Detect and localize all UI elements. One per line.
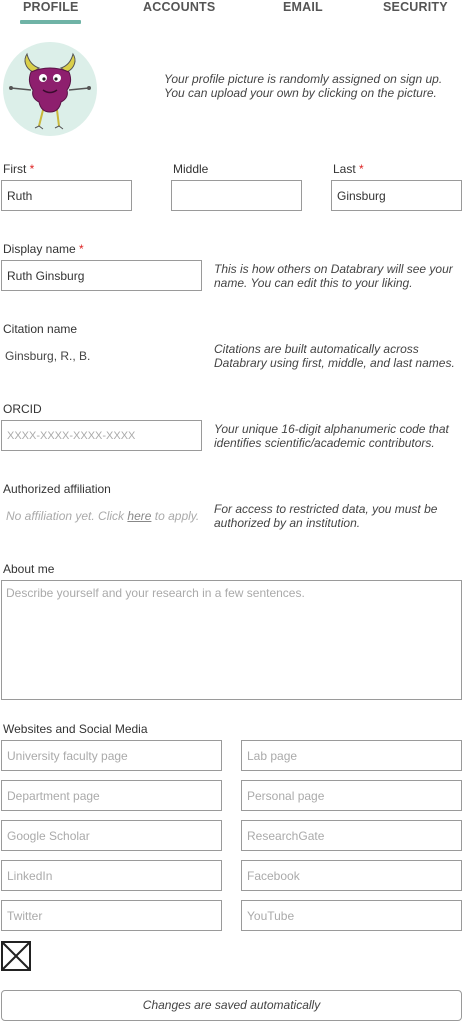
last-name-label: Last * — [333, 162, 364, 176]
first-name-label: First * — [3, 162, 34, 176]
required-mark: * — [29, 162, 35, 176]
monster-avatar-icon — [9, 52, 91, 130]
required-mark: * — [359, 162, 364, 176]
tab-profile[interactable]: PROFILE — [23, 0, 79, 20]
orcid-input[interactable] — [1, 420, 202, 451]
personal-page-input[interactable] — [241, 780, 462, 811]
orcid-label: ORCID — [3, 402, 42, 416]
lab-page-input[interactable] — [241, 740, 462, 771]
affiliation-hint-line1: For access to restricted data, you must … — [214, 502, 438, 516]
citation-name-value: Ginsburg, R., B. — [5, 349, 91, 363]
display-name-label: Display name * — [3, 242, 84, 256]
checkbox-x-icon[interactable] — [1, 941, 31, 971]
avatar-hint-line2: You can upload your own by clicking on t… — [164, 86, 437, 100]
affiliation-hint-line2: authorized by an institution. — [214, 516, 361, 530]
affiliation-text-after: to apply. — [151, 509, 200, 523]
avatar[interactable] — [3, 42, 97, 136]
display-name-hint-line1: This is how others on Databrary will see… — [214, 262, 453, 276]
middle-name-input[interactable] — [171, 180, 302, 211]
orcid-hint-line2: identifies scientific/academic contribut… — [214, 436, 435, 450]
twitter-input[interactable] — [1, 900, 222, 931]
facebook-input[interactable] — [241, 860, 462, 891]
apply-affiliation-link[interactable]: here — [127, 509, 151, 523]
first-name-label-text: First — [3, 162, 27, 176]
last-name-label-text: Last — [333, 162, 356, 176]
about-me-label: About me — [3, 562, 55, 576]
required-mark: * — [79, 242, 84, 256]
tab-accounts[interactable]: ACCOUNTS — [143, 0, 215, 20]
department-page-input[interactable] — [1, 780, 222, 811]
display-name-input[interactable] — [1, 260, 202, 291]
active-tab-indicator — [20, 20, 81, 24]
about-me-textarea[interactable] — [1, 580, 462, 700]
middle-name-label: Middle — [173, 162, 209, 176]
autosave-status-bar: Changes are saved automatically — [1, 990, 462, 1021]
citation-hint-line1: Citations are built automatically across — [214, 342, 419, 356]
linkedin-input[interactable] — [1, 860, 222, 891]
tab-security[interactable]: SECURITY — [383, 0, 448, 20]
university-page-input[interactable] — [1, 740, 222, 771]
orcid-hint-line1: Your unique 16-digit alphanumeric code t… — [214, 422, 449, 436]
first-name-input[interactable] — [1, 180, 132, 211]
youtube-input[interactable] — [241, 900, 462, 931]
affiliation-text-before: No affiliation yet. Click — [6, 509, 128, 523]
display-name-label-text: Display name — [3, 242, 76, 256]
google-scholar-input[interactable] — [1, 820, 222, 851]
citation-name-label: Citation name — [3, 322, 78, 336]
avatar-hint-line1: Your profile picture is randomly assigne… — [164, 72, 443, 86]
tab-email[interactable]: EMAIL — [283, 0, 323, 20]
display-name-hint-line2: name. You can edit this to your liking. — [214, 276, 413, 290]
websites-label: Websites and Social Media — [3, 722, 148, 736]
last-name-input[interactable] — [331, 180, 462, 211]
affiliation-label: Authorized affiliation — [3, 482, 111, 496]
citation-hint-line2: Databrary using first, middle, and last … — [214, 356, 455, 370]
researchgate-input[interactable] — [241, 820, 462, 851]
affiliation-status: No affiliation yet. Click here to apply. — [6, 509, 199, 523]
